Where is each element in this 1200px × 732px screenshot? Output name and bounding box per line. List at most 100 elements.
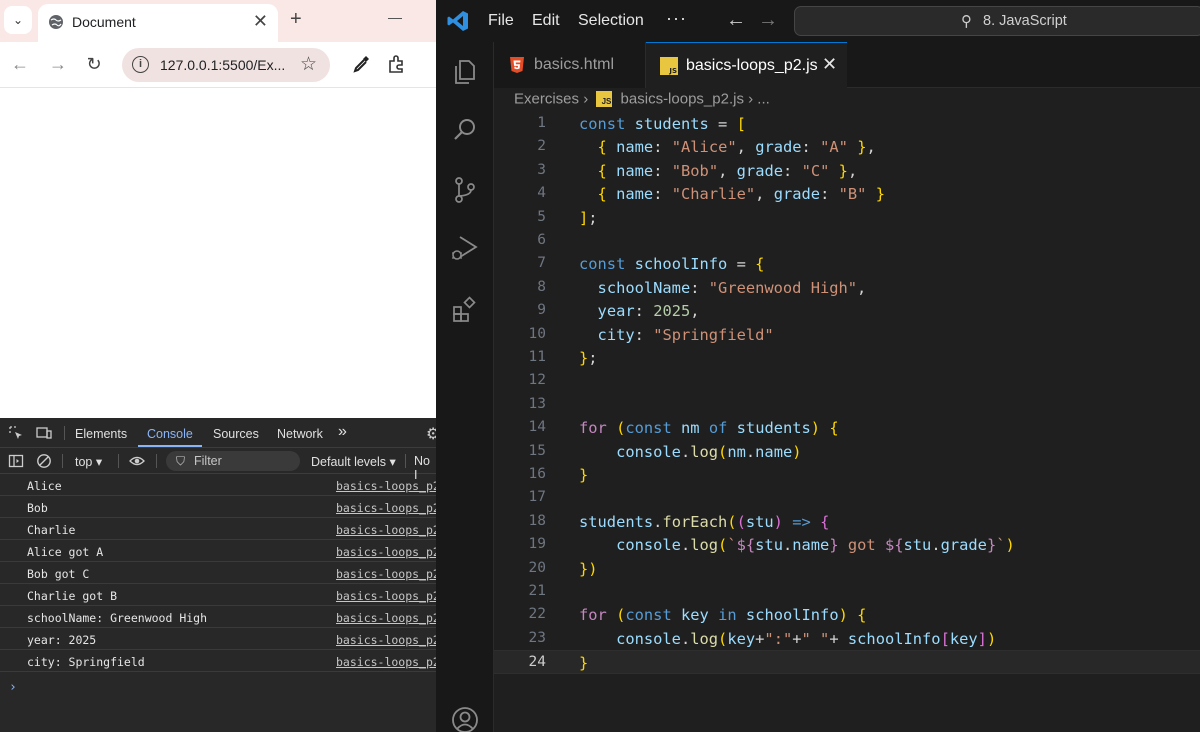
forward-arrow-icon[interactable]: → — [48, 54, 68, 74]
console-source-link[interactable]: basics-loops_p2 — [336, 611, 436, 625]
run-debug-icon[interactable] — [451, 234, 479, 262]
more-menu-button[interactable]: ··· — [666, 8, 687, 29]
address-bar[interactable]: i 127.0.0.1:5500/Ex... ☆ — [122, 48, 330, 82]
code-text: for (const key in schoolInfo) { — [579, 606, 867, 625]
code-line[interactable]: 8 schoolName: "Greenwood High", — [494, 276, 1200, 299]
back-arrow-icon[interactable]: ← — [726, 9, 746, 32]
code-text: { name: "Alice", grade: "A" }, — [597, 138, 876, 157]
tab-basics-loops-js[interactable]: JS basics-loops_p2.js ✕ — [646, 42, 847, 88]
code-line[interactable]: 12 — [494, 369, 1200, 392]
eye-icon[interactable] — [129, 453, 145, 469]
explorer-icon[interactable] — [451, 58, 479, 86]
breadcrumb-symbols[interactable]: ... — [757, 91, 770, 108]
command-center-search[interactable]: ⚲ 8. JavaScript — [794, 6, 1200, 36]
console-prompt[interactable]: › — [9, 680, 17, 695]
tab-search-button[interactable]: ⌄ — [4, 6, 32, 34]
console-source-link[interactable]: basics-loops_p2 — [336, 589, 436, 603]
code-line[interactable]: 2 { name: "Alice", grade: "A" }, — [494, 135, 1200, 158]
extensions-icon[interactable] — [386, 53, 408, 75]
account-icon[interactable] — [451, 706, 479, 732]
info-icon[interactable]: i — [132, 56, 149, 73]
code-line[interactable]: 7 const schoolInfo = { — [494, 252, 1200, 275]
log-levels-label: Default levels — [311, 455, 387, 469]
breadcrumb-folder[interactable]: Exercises — [514, 91, 579, 108]
js-icon: JS — [660, 57, 678, 75]
reload-icon[interactable]: ↻ — [84, 54, 104, 74]
code-line[interactable]: 19 console.log(`${stu.name} got ${stu.gr… — [494, 533, 1200, 556]
close-icon[interactable]: ✕ — [253, 11, 268, 31]
line-number: 2 — [537, 138, 546, 155]
code-line[interactable]: 14 for (const nm of students) { — [494, 416, 1200, 439]
tab-sources[interactable]: Sources — [213, 427, 259, 441]
console-source-link[interactable]: basics-loops_p2 — [336, 501, 436, 515]
code-line[interactable]: 21 — [494, 580, 1200, 603]
web-page-content — [0, 88, 436, 418]
star-icon[interactable]: ☆ — [300, 53, 317, 76]
menu-edit[interactable]: Edit — [532, 12, 560, 30]
line-number: 5 — [537, 208, 546, 225]
search-icon[interactable] — [451, 116, 479, 144]
context-selector[interactable]: top ▾ — [75, 454, 102, 469]
tab-console[interactable]: Console — [147, 427, 193, 441]
code-line[interactable]: 1 const students = [ — [494, 112, 1200, 135]
code-line[interactable]: 24} — [494, 650, 1200, 674]
code-line[interactable]: 22 for (const key in schoolInfo) { — [494, 603, 1200, 626]
filter-input[interactable]: ⛉ Filter — [166, 451, 300, 471]
close-icon[interactable]: ✕ — [822, 54, 837, 75]
menu-file[interactable]: File — [488, 12, 514, 30]
console-message-text: Charlie got B — [27, 589, 118, 603]
code-line[interactable]: 18 students.forEach((stu) => { — [494, 510, 1200, 533]
line-number: 7 — [537, 255, 546, 272]
console-source-link[interactable]: basics-loops_p2 — [336, 523, 436, 537]
code-line[interactable]: 5]; — [494, 206, 1200, 229]
new-tab-button[interactable]: + — [290, 8, 302, 30]
extensions-icon[interactable] — [451, 296, 479, 324]
browser-tab-document[interactable]: Document ✕ — [38, 4, 278, 42]
minimize-button[interactable] — [388, 18, 402, 19]
code-line[interactable]: 15 console.log(nm.name) — [494, 440, 1200, 463]
console-message-text: Charlie — [27, 523, 76, 537]
forward-arrow-icon[interactable]: → — [758, 9, 778, 32]
code-line[interactable]: 6 — [494, 229, 1200, 252]
address-url[interactable]: 127.0.0.1:5500/Ex... — [160, 57, 285, 73]
code-line[interactable]: 17 — [494, 486, 1200, 509]
console-message-text: year: 2025 — [27, 633, 97, 647]
more-tabs-button[interactable]: » — [338, 423, 347, 441]
tab-basics-html[interactable]: basics.html — [494, 42, 646, 88]
code-line[interactable]: 13 — [494, 393, 1200, 416]
line-number: 13 — [528, 395, 546, 412]
tab-network[interactable]: Network — [277, 427, 323, 441]
code-line[interactable]: 3 { name: "Bob", grade: "C" }, — [494, 159, 1200, 182]
sidebar-icon[interactable] — [8, 453, 24, 469]
console-source-link[interactable]: basics-loops_p2 — [336, 479, 436, 493]
back-arrow-icon[interactable]: ← — [10, 54, 30, 74]
eyedropper-icon[interactable] — [350, 53, 372, 75]
gear-icon[interactable]: ⚙ — [426, 424, 436, 444]
breadcrumb-file[interactable]: basics-loops_p2.js — [621, 91, 744, 108]
code-line[interactable]: 11}; — [494, 346, 1200, 369]
inspect-icon[interactable] — [8, 425, 24, 441]
source-control-icon[interactable] — [451, 176, 479, 204]
console-source-link[interactable]: basics-loops_p2 — [336, 633, 436, 647]
code-line[interactable]: 4 { name: "Charlie", grade: "B" } — [494, 182, 1200, 205]
tab-elements[interactable]: Elements — [75, 427, 127, 441]
code-editor[interactable]: 1 const students = [2 { name: "Alice", gr… — [494, 112, 1200, 732]
menu-selection[interactable]: Selection — [578, 12, 644, 30]
line-number: 12 — [528, 372, 546, 389]
code-line[interactable]: 9 year: 2025, — [494, 299, 1200, 322]
device-icon[interactable] — [36, 425, 52, 441]
console-source-link[interactable]: basics-loops_p2 — [336, 567, 436, 581]
line-number: 22 — [528, 606, 546, 623]
console-source-link[interactable]: basics-loops_p2 — [336, 545, 436, 559]
code-text: } — [579, 654, 589, 673]
code-text: }; — [579, 349, 598, 367]
code-line[interactable]: 16} — [494, 463, 1200, 486]
console-source-link[interactable]: basics-loops_p2 — [336, 655, 436, 669]
code-line[interactable]: 23 console.log(key+":"+" "+ schoolInfo[k… — [494, 627, 1200, 650]
clear-icon[interactable] — [36, 453, 52, 469]
divider — [64, 426, 65, 440]
log-levels-dropdown[interactable]: Default levels ▾ — [311, 454, 396, 469]
code-text: console.log(key+":"+" "+ schoolInfo[key]… — [616, 629, 997, 648]
code-line[interactable]: 10 city: "Springfield" — [494, 323, 1200, 346]
code-line[interactable]: 20}) — [494, 557, 1200, 580]
